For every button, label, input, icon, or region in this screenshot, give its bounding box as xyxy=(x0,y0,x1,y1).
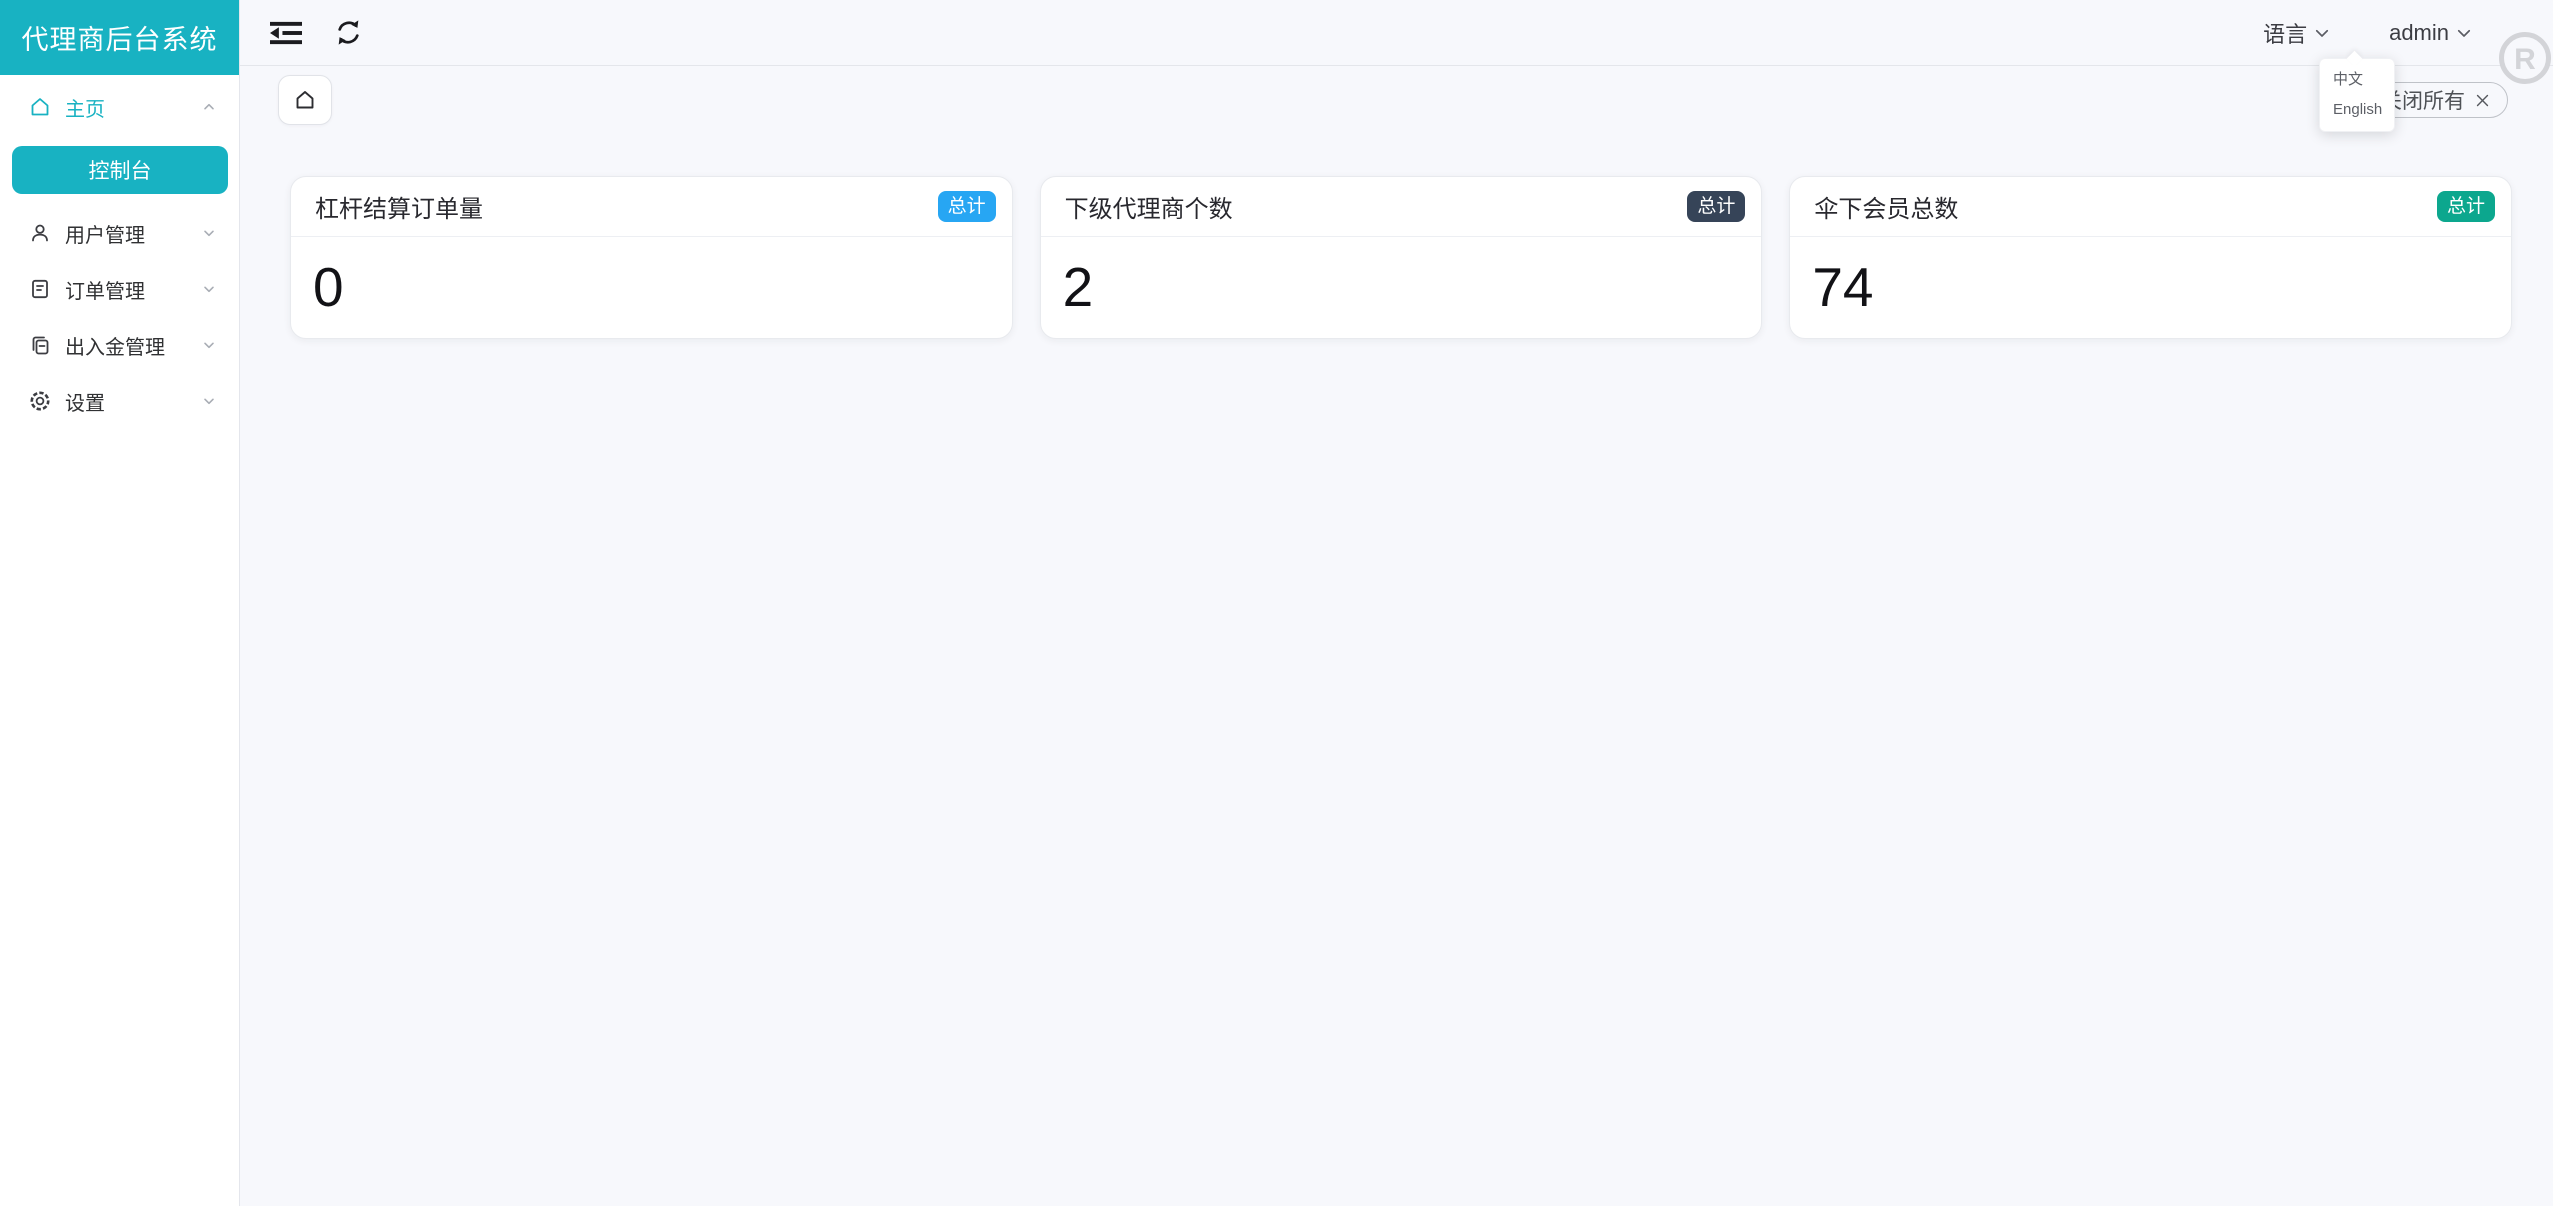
close-icon xyxy=(2474,92,2491,109)
chevron-up-icon xyxy=(201,99,217,115)
tabbar: 关闭所有 xyxy=(240,74,2553,126)
order-icon xyxy=(28,277,52,301)
card-header: 下级代理商个数 总计 xyxy=(1041,177,1762,237)
card-value: 74 xyxy=(1812,257,2487,318)
stat-cards: 杠杆结算订单量 总计 0 下级代理商个数 总计 2 伞下会员总数 总计 74 xyxy=(240,176,2553,339)
chevron-down-icon xyxy=(2455,24,2473,42)
user-icon xyxy=(28,221,52,245)
total-badge: 总计 xyxy=(1687,191,1745,222)
card-value: 0 xyxy=(313,257,988,318)
card-title: 杠杆结算订单量 xyxy=(315,189,483,224)
sidebar-item-label: 订单管理 xyxy=(65,275,201,304)
card-body: 74 xyxy=(1790,237,2511,318)
total-badge: 总计 xyxy=(938,191,996,222)
sidebar-item-home[interactable]: 主页 xyxy=(0,79,239,135)
sidebar-item-label: 出入金管理 xyxy=(65,331,201,360)
stat-card-total-members: 伞下会员总数 总计 74 xyxy=(1789,176,2512,339)
language-dropdown-menu: 中文 English xyxy=(2319,58,2395,132)
collapse-sidebar-button[interactable] xyxy=(265,13,307,53)
sidebar-item-orders[interactable]: 订单管理 xyxy=(0,261,239,317)
card-body: 2 xyxy=(1041,237,1762,318)
chevron-down-icon xyxy=(201,281,217,297)
chevron-down-icon xyxy=(2313,24,2331,42)
app-logo: 代理商后台系统 xyxy=(0,0,239,75)
sidebar-item-funds[interactable]: 出入金管理 xyxy=(0,317,239,373)
language-option-chinese[interactable]: 中文 xyxy=(2320,65,2394,95)
main-area: 语言 admin R xyxy=(240,0,2553,1206)
funds-icon xyxy=(28,333,52,357)
refresh-button[interactable] xyxy=(329,13,368,52)
sidebar-item-label: 用户管理 xyxy=(65,219,201,248)
language-dropdown-trigger[interactable]: 语言 xyxy=(2263,17,2331,49)
card-header: 伞下会员总数 总计 xyxy=(1790,177,2511,237)
home-icon xyxy=(293,88,317,112)
card-header: 杠杆结算订单量 总计 xyxy=(291,177,1012,237)
sidebar-menu: 主页 控制台 用户管理 xyxy=(0,75,239,429)
chevron-down-icon xyxy=(201,337,217,353)
user-dropdown-trigger[interactable]: admin xyxy=(2389,20,2473,46)
topbar-right: 语言 admin xyxy=(2263,17,2473,49)
tab-home[interactable] xyxy=(278,75,332,125)
card-value: 2 xyxy=(1063,257,1738,318)
sidebar-submenu-console[interactable]: 控制台 xyxy=(12,146,228,194)
settings-icon xyxy=(28,389,52,413)
card-body: 0 xyxy=(291,237,1012,318)
stat-card-leverage-orders: 杠杆结算订单量 总计 0 xyxy=(290,176,1013,339)
home-icon xyxy=(28,95,52,119)
username: admin xyxy=(2389,20,2449,46)
chevron-down-icon xyxy=(201,393,217,409)
sidebar-item-users[interactable]: 用户管理 xyxy=(0,205,239,261)
chevron-down-icon xyxy=(201,225,217,241)
card-title: 伞下会员总数 xyxy=(1814,189,1958,224)
card-title: 下级代理商个数 xyxy=(1065,189,1233,224)
menu-fold-icon xyxy=(269,17,303,49)
language-option-english[interactable]: English xyxy=(2320,95,2394,125)
sidebar-item-label: 主页 xyxy=(65,93,201,122)
language-label: 语言 xyxy=(2263,17,2307,49)
stat-card-sub-agents: 下级代理商个数 总计 2 xyxy=(1040,176,1763,339)
avatar-letter: R xyxy=(2514,43,2536,76)
sidebar: 代理商后台系统 主页 控制台 用户管理 xyxy=(0,0,240,1206)
sidebar-item-label: 设置 xyxy=(65,387,201,416)
avatar[interactable]: R xyxy=(2498,31,2552,85)
topbar: 语言 admin R xyxy=(240,0,2553,66)
refresh-icon xyxy=(333,17,364,48)
sidebar-item-settings[interactable]: 设置 xyxy=(0,373,239,429)
total-badge: 总计 xyxy=(2437,191,2495,222)
